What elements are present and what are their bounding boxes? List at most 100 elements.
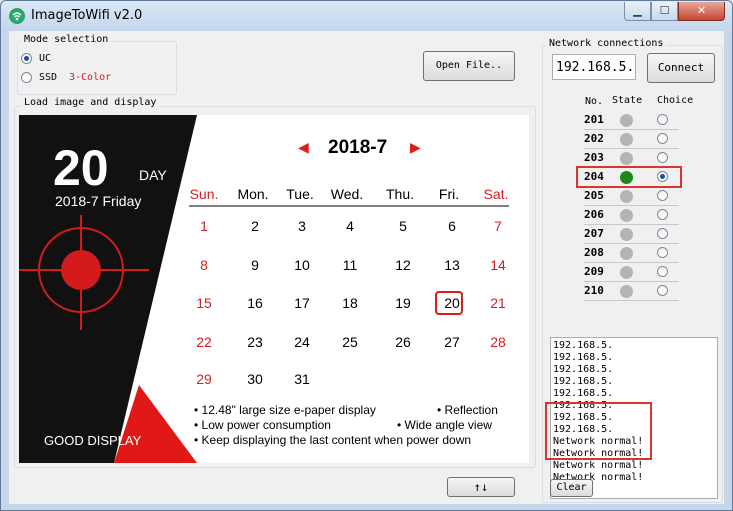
calendar-day: 8	[200, 257, 208, 273]
client-area: Mode selection UC SSD 3-Color Open File.…	[9, 31, 724, 504]
feature-line-5: • Keep displaying the last content when …	[194, 433, 472, 447]
calendar-day: 18	[342, 295, 358, 311]
title-bar[interactable]: ImageToWifi v2.0 ▁ ☐ ✕	[1, 1, 732, 31]
display-group-label: Load image and display	[21, 97, 160, 109]
image-display: 20 DAY 2018-7 Friday GOOD DISPLAY ◀ 2018…	[19, 115, 529, 463]
calendar-day: 16	[247, 295, 263, 311]
log-line: 192.168.5.	[553, 376, 614, 387]
calendar-day: 22	[196, 334, 212, 350]
log-line: 192.168.5.	[553, 352, 614, 363]
weekday-header: Mon.	[237, 186, 269, 202]
mode-selection-group	[17, 41, 177, 95]
prev-month-arrow: ◀	[298, 139, 309, 155]
device-choice-radio[interactable]	[657, 152, 668, 163]
log-line: Network normal!	[553, 460, 644, 471]
header-no: No.	[585, 96, 604, 107]
weekday-header: Tue.	[286, 186, 314, 202]
calendar-day: 19	[395, 295, 411, 311]
feature-line-1: • 12.48" large size e-paper display	[194, 403, 376, 417]
feature-line-3: • Low power consumption	[194, 418, 331, 432]
calendar-day: 30	[247, 371, 263, 387]
calendar-day: 14	[490, 257, 506, 273]
calendar-day: 25	[342, 334, 358, 350]
calendar-day: 31	[294, 371, 310, 387]
device-number: 208	[584, 246, 604, 259]
device-choice-radio[interactable]	[657, 285, 668, 296]
header-choice: Choice	[657, 95, 694, 106]
weekday-header: Fri.	[438, 186, 460, 202]
close-button[interactable]: ✕	[678, 2, 725, 21]
weekday-header: Wed.	[330, 186, 364, 202]
mode-selection-label: Mode selection	[21, 34, 112, 46]
calendar-day: 6	[448, 218, 456, 234]
calendar-day: 28	[490, 334, 506, 350]
row-divider	[584, 281, 679, 282]
device-choice-radio[interactable]	[657, 209, 668, 220]
day-label: DAY	[139, 167, 167, 183]
calendar-day: 7	[494, 218, 502, 234]
window-title: ImageToWifi v2.0	[31, 8, 143, 23]
calendar-day: 4	[346, 218, 354, 234]
calendar-day: 17	[294, 295, 310, 311]
log-line: 192.168.5.	[553, 340, 614, 351]
calendar-day: 27	[444, 334, 460, 350]
device-state-icon	[620, 247, 633, 260]
mode-ssd-radio[interactable]	[21, 72, 32, 83]
device-number: 209	[584, 265, 604, 278]
log-line: 192.168.5.	[553, 388, 614, 399]
wifi-icon	[9, 8, 25, 24]
calendar-day: 21	[490, 295, 506, 311]
row-divider	[584, 300, 679, 301]
swap-button[interactable]: ↑↓	[447, 477, 515, 497]
open-file-button[interactable]: Open File..	[423, 51, 515, 81]
weekday-header: Sat.	[483, 186, 509, 202]
header-state: State	[612, 95, 643, 106]
month-title: 2018-7	[328, 137, 388, 158]
calendar-day: 15	[196, 295, 212, 311]
app-window: ImageToWifi v2.0 ▁ ☐ ✕ Mode selection UC…	[0, 0, 733, 511]
device-choice-radio[interactable]	[657, 190, 668, 201]
calendar-day: 12	[395, 257, 411, 273]
calendar-day: 13	[444, 257, 460, 273]
device-number: 205	[584, 189, 604, 202]
device-choice-radio[interactable]	[657, 247, 668, 258]
device-state-icon	[620, 190, 633, 203]
device-choice-radio[interactable]	[657, 133, 668, 144]
brand-text: GOOD DISPLAY	[44, 433, 142, 448]
clear-button[interactable]: Clear	[550, 479, 593, 497]
device-choice-radio[interactable]	[657, 114, 668, 125]
calendar-day: 2	[251, 218, 259, 234]
log-highlight	[545, 402, 652, 460]
device-state-icon	[620, 209, 633, 222]
row-divider	[584, 262, 679, 263]
device-choice-radio[interactable]	[657, 228, 668, 239]
device-number: 203	[584, 151, 604, 164]
date-line: 2018-7 Friday	[55, 193, 142, 209]
mode-ssd-3color-label: 3-Color	[69, 72, 112, 83]
calendar-day: 26	[395, 334, 411, 350]
device-state-icon	[620, 152, 633, 165]
device-state-icon	[620, 114, 633, 127]
feature-line-4: • Wide angle view	[397, 418, 492, 432]
mode-uc-radio[interactable]	[21, 53, 32, 64]
connect-button[interactable]: Connect	[647, 53, 715, 83]
row-divider	[584, 129, 679, 130]
device-state-icon	[620, 266, 633, 279]
calendar-day-today: 20	[444, 295, 460, 311]
row-divider	[584, 205, 679, 206]
minimize-button[interactable]: ▁	[624, 2, 651, 21]
mode-uc-label[interactable]: UC	[39, 53, 51, 64]
ip-address-input[interactable]: 192.168.5.	[552, 54, 636, 80]
calendar-day: 11	[342, 257, 358, 273]
device-choice-radio[interactable]	[657, 266, 668, 277]
device-number: 201	[584, 113, 604, 126]
calendar-day: 1	[200, 218, 208, 234]
calendar-day: 29	[196, 371, 212, 387]
selected-device-highlight	[576, 166, 682, 188]
mode-ssd-label[interactable]: SSD	[39, 72, 57, 83]
device-number: 207	[584, 227, 604, 240]
calendar-day: 10	[294, 257, 310, 273]
feature-line-2: • Reflection	[437, 403, 498, 417]
device-state-icon	[620, 228, 633, 241]
maximize-button[interactable]: ☐	[651, 2, 678, 21]
